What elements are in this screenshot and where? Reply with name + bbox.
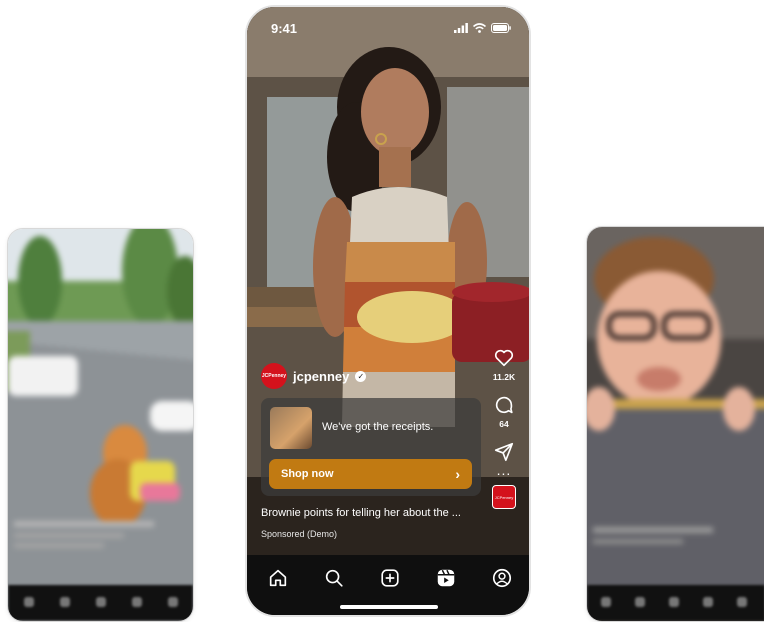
ad-message: We've got the receipts. — [322, 421, 434, 433]
sponsored-label: Sponsored (Demo) — [261, 529, 338, 539]
brand-badge[interactable]: JCPenney — [492, 485, 516, 509]
left-preview-phone — [7, 228, 194, 622]
chevron-right-icon: › — [455, 466, 460, 482]
right-preview-phone — [586, 226, 764, 622]
comment-icon[interactable] — [493, 394, 515, 416]
account-header[interactable]: JCPenney jcpenney ✓ — [261, 363, 367, 389]
reels-icon[interactable] — [435, 567, 457, 589]
profile-icon[interactable] — [491, 567, 513, 589]
status-icons — [454, 23, 511, 33]
wifi-icon — [473, 23, 486, 33]
account-name[interactable]: jcpenney — [293, 369, 349, 384]
right-preview-nav — [587, 585, 764, 621]
left-preview-video — [8, 229, 193, 621]
shop-now-button[interactable]: Shop now › — [269, 459, 472, 489]
search-icon[interactable] — [323, 567, 345, 589]
ad-card[interactable]: We've got the receipts. Shop now › — [261, 398, 481, 496]
home-indicator — [340, 605, 438, 609]
status-time: 9:41 — [271, 21, 298, 36]
status-bar: 9:41 — [271, 21, 511, 39]
like-count: 11.2K — [492, 372, 516, 382]
bottom-nav — [247, 555, 529, 615]
reel-video[interactable]: 9:41 JCPenney jcpenney ✓ We've got the r… — [247, 7, 529, 555]
ad-thumbnail[interactable] — [270, 407, 312, 449]
like-heart-icon[interactable] — [493, 347, 515, 369]
reel-caption[interactable]: Brownie points for telling her about the… — [261, 507, 461, 519]
main-phone: 9:41 JCPenney jcpenney ✓ We've got the r… — [245, 5, 531, 617]
battery-icon — [491, 23, 511, 33]
signal-icon — [454, 23, 468, 33]
home-icon[interactable] — [267, 567, 289, 589]
create-icon[interactable] — [379, 567, 401, 589]
left-preview-nav — [8, 585, 193, 621]
account-avatar[interactable]: JCPenney — [261, 363, 287, 389]
right-preview-video — [587, 227, 764, 621]
action-rail: 11.2K 64 ... JCPenney — [491, 347, 517, 509]
more-options-icon[interactable]: ... — [497, 463, 512, 477]
shop-now-label: Shop now — [281, 468, 334, 480]
verified-badge-icon: ✓ — [355, 370, 367, 382]
comment-count: 64 — [499, 419, 509, 429]
share-send-icon[interactable] — [493, 441, 515, 463]
